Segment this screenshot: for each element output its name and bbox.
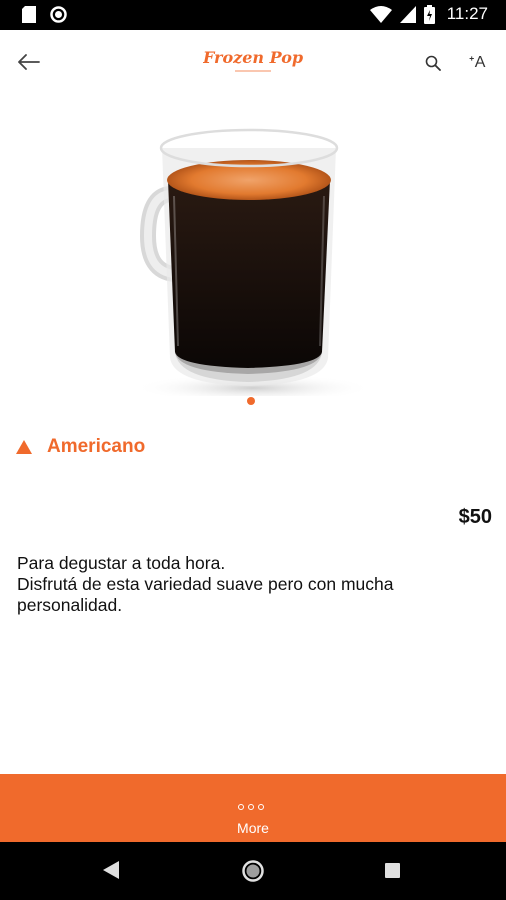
more-button[interactable]: More <box>0 774 506 842</box>
more-label: More <box>237 820 269 836</box>
app-bar: Frozen Pop ᐩA <box>0 30 506 94</box>
status-bar: 11:27 <box>0 0 506 30</box>
signal-icon <box>399 5 416 23</box>
product-title: Americano <box>47 436 146 457</box>
status-left-icons <box>22 6 67 23</box>
status-time: 11:27 <box>446 4 488 23</box>
nav-back-icon[interactable] <box>103 861 119 879</box>
notification-circle-icon <box>50 6 67 23</box>
triangle-icon <box>16 440 32 454</box>
product-description: Para degustar a toda hora. Disfrutá de e… <box>17 553 487 616</box>
sd-card-icon <box>22 6 36 23</box>
description-line: Para degustar a toda hora. <box>17 553 226 573</box>
product-price: $50 <box>458 506 492 528</box>
product-image <box>78 96 428 402</box>
battery-icon <box>423 4 435 24</box>
text-size-button[interactable]: ᐩA <box>462 47 492 77</box>
product-title-row: Americano <box>16 436 145 458</box>
more-dots-icon <box>238 804 264 810</box>
navigation-bar <box>0 842 506 900</box>
coffee-mug-image <box>133 128 373 402</box>
carousel-dot[interactable] <box>247 397 255 405</box>
search-button[interactable] <box>418 48 448 78</box>
description-line: Disfrutá de esta variedad suave pero con… <box>17 574 394 594</box>
text-size-icon: ᐩA <box>468 54 486 71</box>
back-button[interactable] <box>12 46 46 78</box>
app-logo: Frozen Pop <box>202 46 303 78</box>
search-icon <box>425 55 441 71</box>
nav-home-icon[interactable] <box>241 859 265 883</box>
nav-recents-icon[interactable] <box>385 863 400 878</box>
svg-text:Frozen Pop: Frozen Pop <box>203 48 303 67</box>
status-right-icons: 11:27 <box>369 4 488 24</box>
wifi-icon <box>369 5 392 23</box>
arrow-left-icon <box>18 54 40 70</box>
description-line: personalidad. <box>17 595 123 615</box>
